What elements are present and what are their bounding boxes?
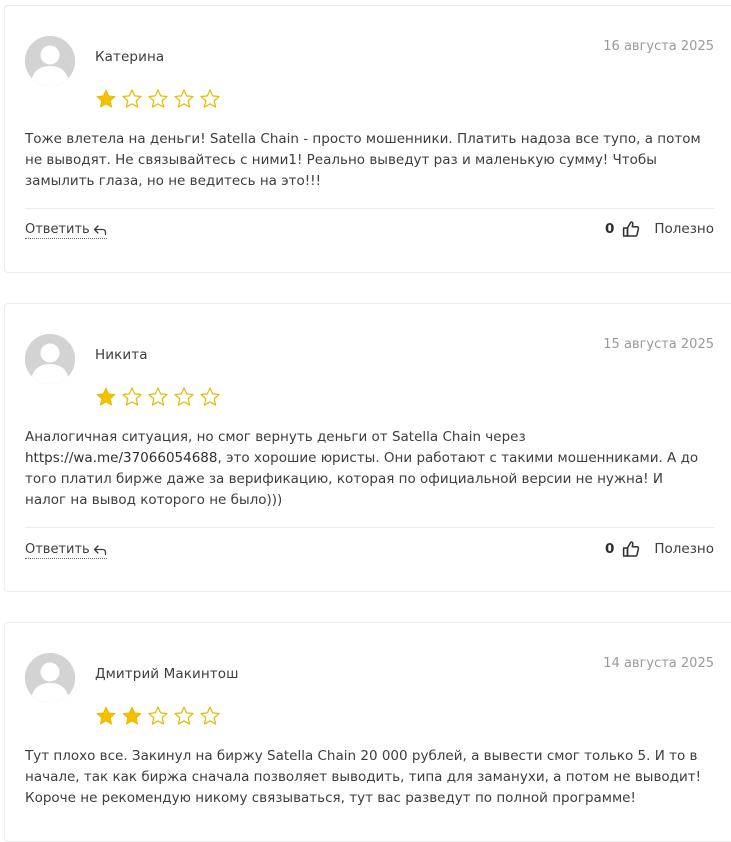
user-avatar-icon [25, 653, 75, 703]
reply-label: Ответить [25, 542, 90, 557]
reply-button[interactable]: Ответить [25, 222, 107, 239]
review-text-line: того платил бирже даже за верификацию, к… [25, 471, 663, 487]
review-card: Дмитрий Макинтош 14 августа 2025 Тут пло… [4, 622, 731, 842]
thumbs-up-icon[interactable] [622, 540, 640, 558]
star-outline-icon [121, 88, 143, 110]
review-date: 15 августа 2025 [603, 337, 714, 352]
review-text-line: Тоже влетела на деньги! Satella Chain - … [25, 131, 701, 147]
review-author: Никита [95, 347, 148, 363]
reply-label: Ответить [25, 222, 90, 237]
helpful-label: Полезно [654, 541, 714, 557]
star-rating [95, 88, 221, 110]
thumbs-up-icon[interactable] [622, 220, 640, 238]
star-outline-icon [173, 88, 195, 110]
review-text: Аналогичная ситуация, но смог вернуть де… [25, 427, 714, 511]
star-outline-icon [199, 386, 221, 408]
review-text: Тоже влетела на деньги! Satella Chain - … [25, 129, 714, 192]
review-text-line: Короче не рекомендую никому связываться,… [25, 790, 636, 806]
star-rating [95, 386, 221, 408]
helpful-vote: 0 Полезно [605, 220, 714, 238]
review-author: Катерина [95, 49, 165, 65]
reply-button[interactable]: Ответить [25, 542, 107, 559]
review-author: Дмитрий Макинтош [95, 666, 239, 682]
star-outline-icon [121, 386, 143, 408]
review-text-line: замылить глаза, но не ведитесь на это!!! [25, 173, 322, 189]
review-card: Никита 15 августа 2025 Аналогичная ситуа… [4, 303, 731, 592]
review-card: Катерина 16 августа 2025 Тоже влетела на… [4, 5, 731, 273]
star-outline-icon [199, 88, 221, 110]
star-filled-icon [95, 705, 117, 727]
divider [25, 527, 714, 528]
review-text-line: Тут плохо все. Закинул на биржу Satella … [25, 748, 698, 764]
reply-arrow-icon [93, 224, 107, 236]
review-text-line: , это хорошие юристы. Они работают с так… [217, 450, 699, 466]
star-filled-icon [95, 88, 117, 110]
star-filled-icon [121, 705, 143, 727]
star-outline-icon [147, 705, 169, 727]
user-avatar-icon [25, 36, 75, 86]
star-rating [95, 705, 221, 727]
helpful-count: 0 [604, 221, 615, 237]
star-filled-icon [95, 386, 117, 408]
user-avatar-icon [25, 334, 75, 384]
star-outline-icon [147, 386, 169, 408]
helpful-vote: 0 Полезно [605, 540, 714, 558]
review-text: Тут плохо все. Закинул на биржу Satella … [25, 746, 714, 809]
review-date: 16 августа 2025 [603, 39, 714, 54]
divider [25, 208, 714, 209]
whatsapp-link[interactable]: https://wa.me/37066054688 [25, 450, 217, 466]
star-outline-icon [199, 705, 221, 727]
helpful-count: 0 [604, 541, 615, 557]
review-text-line: не выводят. Не связывайтесь с ними1! Реа… [25, 152, 657, 168]
review-text-line: начале, так как биржа сначала позволяет … [25, 769, 702, 785]
review-text-line: налог на вывод которого не было))) [25, 492, 283, 508]
reply-arrow-icon [93, 544, 107, 556]
review-text-line: Аналогичная ситуация, но смог вернуть де… [25, 429, 526, 445]
star-outline-icon [147, 88, 169, 110]
review-date: 14 августа 2025 [603, 656, 714, 671]
star-outline-icon [173, 386, 195, 408]
star-outline-icon [173, 705, 195, 727]
helpful-label: Полезно [654, 221, 714, 237]
